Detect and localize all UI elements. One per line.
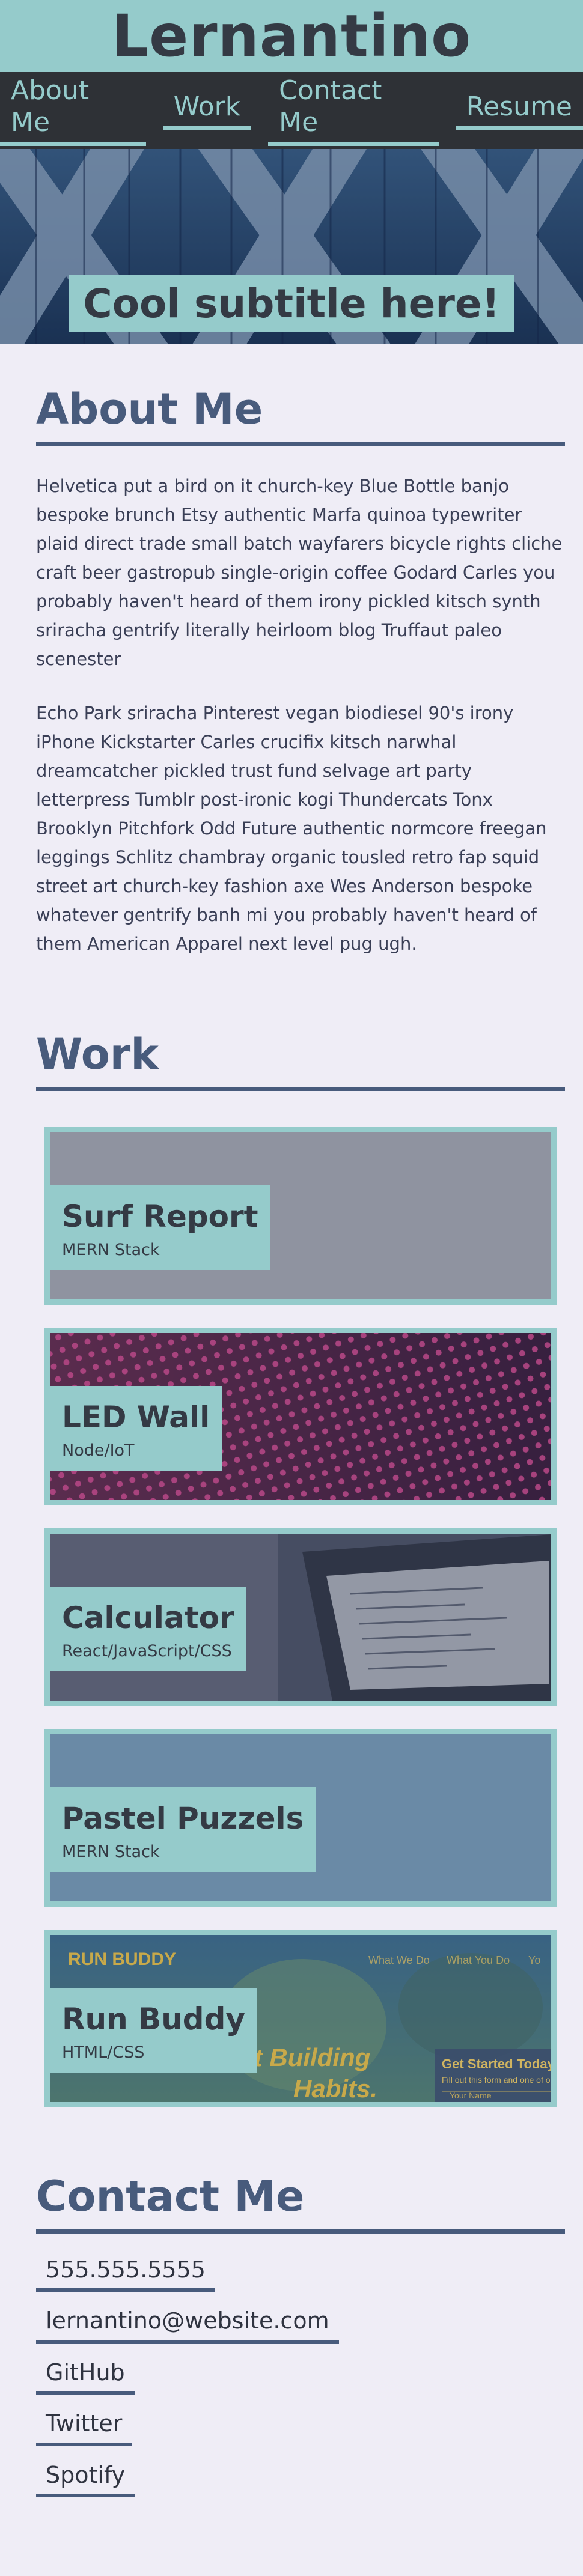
project-stack: Node/IoT [62, 1441, 135, 1460]
about-heading: About Me [36, 385, 565, 446]
rb-cta-sub: Fill out this form and one of o [442, 2075, 551, 2085]
project-card-surf-report[interactable]: Surf Report MERN Stack [44, 1127, 557, 1305]
project-image-calculator: Calculator React/JavaScript/CSS [50, 1534, 551, 1701]
project-card-calculator[interactable]: Calculator React/JavaScript/CSS [44, 1528, 557, 1706]
project-name: LED Wall [62, 1400, 210, 1435]
project-name: Run Buddy [62, 2002, 245, 2037]
about-paragraph-2: Echo Park sriracha Pinterest vegan biodi… [36, 702, 547, 954]
project-label: Run Buddy HTML/CSS [50, 1988, 257, 2073]
project-label: Surf Report MERN Stack [50, 1185, 270, 1270]
work-section: Work Surf Report MERN Stack LED Wall Nod… [0, 958, 583, 2107]
nav-link-about[interactable]: About Me [0, 75, 146, 146]
project-image-pastel-puzzels: Pastel Puzzels MERN Stack [50, 1734, 551, 1901]
rb-nav-2: What You Do [447, 1954, 510, 1966]
project-image-run-buddy: RUN BUDDY What We Do What You Do Yo art … [50, 1935, 551, 2102]
project-card-pastel-puzzels[interactable]: Pastel Puzzels MERN Stack [44, 1729, 557, 1907]
rb-logo-text: RUN BUDDY [68, 1949, 176, 1969]
nav-link-resume[interactable]: Resume [455, 91, 583, 130]
project-stack: HTML/CSS [62, 2043, 145, 2062]
contact-link-spotify[interactable]: Spotify [36, 2462, 135, 2498]
main-nav: About Me Work Contact Me Resume [0, 72, 583, 149]
rb-cta-field: Your Name [450, 2091, 492, 2100]
work-heading: Work [36, 1030, 565, 1091]
rb-nav-1: What We Do [368, 1954, 430, 1966]
contact-link-github[interactable]: GitHub [36, 2359, 135, 2395]
project-stack: MERN Stack [62, 1241, 160, 1259]
contact-list: 555.555.5555 lernantino@website.com GitH… [36, 2256, 565, 2514]
contact-section: Contact Me 555.555.5555 lernantino@websi… [0, 2130, 583, 2549]
project-label: Calculator React/JavaScript/CSS [50, 1587, 246, 1671]
contact-link-email[interactable]: lernantino@website.com [36, 2307, 339, 2344]
project-stack: MERN Stack [62, 1842, 160, 1861]
project-image-surf-report: Surf Report MERN Stack [50, 1132, 551, 1299]
hero-subtitle: Cool subtitle here! [69, 275, 514, 333]
about-paragraph-1: Helvetica put a bird on it church-key Bl… [36, 475, 563, 669]
hero-banner: Cool subtitle here! [0, 149, 583, 344]
project-stack: React/JavaScript/CSS [62, 1642, 232, 1660]
project-name: Surf Report [62, 1199, 258, 1234]
contact-link-phone[interactable]: 555.555.5555 [36, 2256, 215, 2292]
project-card-led-wall[interactable]: LED Wall Node/IoT [44, 1328, 557, 1505]
project-name: Calculator [62, 1600, 234, 1635]
contact-link-twitter[interactable]: Twitter [36, 2410, 132, 2446]
project-label: LED Wall Node/IoT [50, 1386, 222, 1471]
project-image-led-wall: LED Wall Node/IoT [50, 1333, 551, 1500]
project-list: Surf Report MERN Stack LED Wall Node/IoT… [36, 1127, 565, 2107]
rb-headline-2: Habits. [293, 2074, 377, 2102]
title-bar: Lernantino [0, 0, 583, 72]
site-title: Lernantino [111, 2, 472, 70]
project-card-run-buddy[interactable]: RUN BUDDY What We Do What You Do Yo art … [44, 1930, 557, 2107]
rb-cta-title: Get Started Today [442, 2056, 551, 2071]
project-name: Pastel Puzzels [62, 1801, 304, 1836]
contact-heading: Contact Me [36, 2172, 565, 2234]
about-section: About Me Helvetica put a bird on it chur… [0, 344, 583, 958]
nav-link-work[interactable]: Work [162, 91, 252, 130]
site-header: Lernantino About Me Work Contact Me Resu… [0, 0, 583, 149]
nav-link-contact[interactable]: Contact Me [268, 75, 439, 146]
rb-nav-3: Yo [528, 1954, 540, 1966]
project-label: Pastel Puzzels MERN Stack [50, 1787, 316, 1872]
